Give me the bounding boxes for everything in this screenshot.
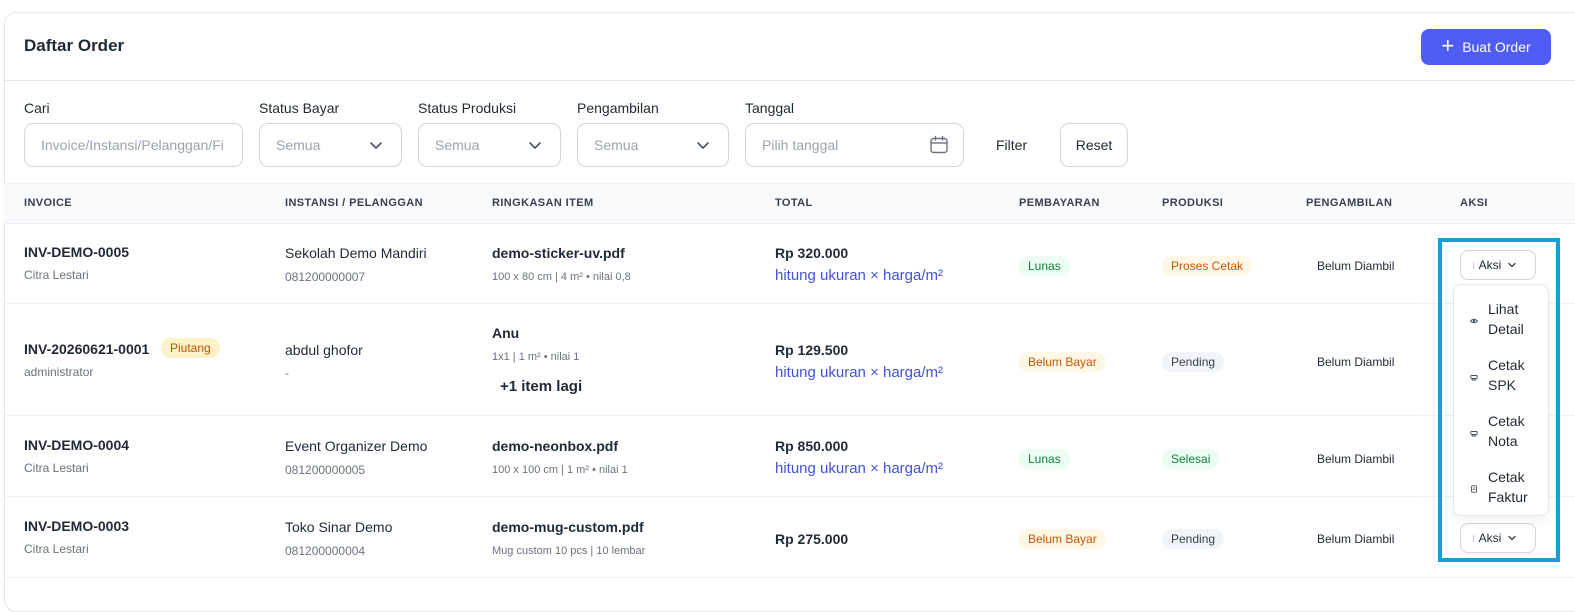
price-formula: hitung ukuran × harga/m² [775, 364, 944, 381]
column-header-items: RINGKASAN ITEM [492, 197, 594, 209]
new-order-button[interactable]: + Buat Order [1421, 29, 1551, 65]
search-label: Cari [24, 100, 50, 116]
tanggal-label: Tanggal [745, 100, 795, 116]
header-divider [4, 80, 1575, 81]
payment-status-badge: Belum Bayar [1019, 352, 1106, 372]
invoice-number[interactable]: INV-DEMO-0005 [24, 244, 129, 260]
row-divider [4, 577, 1575, 578]
pickup-status: Belum Diambil [1317, 452, 1395, 466]
more-items-link[interactable]: +1 item lagi [500, 378, 582, 395]
order-total: Rp 850.000 [775, 438, 849, 454]
status-produksi-select[interactable]: Semua [418, 123, 561, 167]
column-header-pickup: PENGAMBILAN [1306, 197, 1393, 209]
new-order-label: Buat Order [1462, 39, 1531, 55]
status-produksi-label: Status Produksi [418, 100, 517, 116]
chevron-down-icon [370, 142, 382, 149]
column-header-production: PRODUKSI [1162, 197, 1224, 209]
invoice-number[interactable]: INV-DEMO-0004 [24, 437, 129, 453]
order-total: Rp 129.500 [775, 342, 849, 358]
chevron-down-icon [697, 142, 709, 149]
chevron-down-icon [529, 142, 541, 149]
item-detail: 100 x 80 cm | 4 m² • nilai 0,8 [492, 271, 631, 283]
pengambilan-label: Pengambilan [577, 100, 659, 116]
item-detail: 1x1 | 1 m² • nilai 1 [492, 351, 580, 363]
customer-phone: - [285, 366, 289, 380]
filter-button[interactable]: Filter [996, 137, 1027, 153]
order-total: Rp 320.000 [775, 245, 849, 261]
pickup-status: Belum Diambil [1317, 532, 1395, 546]
reset-button[interactable]: Reset [1060, 123, 1128, 167]
status-bayar-label: Status Bayar [259, 100, 340, 116]
row-divider [4, 415, 1575, 416]
date-picker-input[interactable]: Pilih tanggal [745, 123, 964, 167]
item-detail: 100 x 100 cm | 1 m² • nilai 1 [492, 464, 628, 476]
invoice-number[interactable]: INV-20260621-0001 [24, 341, 149, 357]
order-total: Rp 275.000 [775, 531, 849, 547]
search-input[interactable]: Invoice/Instansi/Pelanggan/Fi [24, 123, 243, 167]
payment-status-badge: Belum Bayar [1019, 529, 1106, 549]
receivable-badge: Piutang [161, 338, 220, 358]
production-status-badge: Proses Cetak [1162, 256, 1253, 276]
customer-phone: 081200000005 [285, 463, 366, 477]
production-status-badge: Pending [1162, 529, 1225, 549]
column-header-invoice: INVOICE [24, 197, 73, 209]
plus-icon: + [1441, 33, 1455, 58]
page-title: Daftar Order [24, 36, 125, 55]
search-placeholder: Invoice/Instansi/Pelanggan/Fi [41, 137, 224, 153]
customer-phone: 081200000007 [285, 270, 366, 284]
created-by: Citra Lestari [24, 461, 89, 475]
column-header-action: AKSI [1460, 197, 1488, 209]
customer-name: abdul ghofor [285, 342, 363, 358]
item-name: Anu [492, 325, 520, 341]
customer-name: Event Organizer Demo [285, 438, 428, 454]
status-bayar-value: Semua [276, 137, 321, 153]
item-name: demo-sticker-uv.pdf [492, 245, 625, 261]
pickup-status: Belum Diambil [1317, 355, 1395, 369]
production-status-badge: Selesai [1162, 449, 1220, 469]
row-divider [4, 496, 1575, 497]
status-produksi-value: Semua [435, 137, 480, 153]
calendar-icon [930, 135, 948, 154]
price-formula: hitung ukuran × harga/m² [775, 267, 944, 284]
status-bayar-select[interactable]: Semua [259, 123, 402, 167]
customer-name: Toko Sinar Demo [285, 519, 393, 535]
column-header-total: TOTAL [775, 197, 813, 209]
created-by: administrator [24, 365, 94, 379]
item-name: demo-mug-custom.pdf [492, 519, 644, 535]
customer-name: Sekolah Demo Mandiri [285, 245, 427, 261]
invoice-number[interactable]: INV-DEMO-0003 [24, 518, 129, 534]
date-placeholder: Pilih tanggal [762, 137, 839, 153]
action-column-highlight [1438, 238, 1560, 562]
customer-phone: 081200000004 [285, 544, 366, 558]
created-by: Citra Lestari [24, 268, 89, 282]
payment-status-badge: Lunas [1019, 449, 1070, 469]
price-formula: hitung ukuran × harga/m² [775, 460, 944, 477]
column-header-customer: INSTANSI / PELANGGAN [285, 197, 423, 209]
payment-status-badge: Lunas [1019, 256, 1070, 276]
item-name: demo-neonbox.pdf [492, 438, 618, 454]
pengambilan-select[interactable]: Semua [577, 123, 729, 167]
item-detail: Mug custom 10 pcs | 10 lembar [492, 545, 646, 557]
pickup-status: Belum Diambil [1317, 259, 1395, 273]
pengambilan-value: Semua [594, 137, 639, 153]
created-by: Citra Lestari [24, 542, 89, 556]
row-divider [4, 303, 1575, 304]
production-status-badge: Pending [1162, 352, 1225, 372]
column-header-payment: PEMBAYARAN [1019, 197, 1100, 209]
